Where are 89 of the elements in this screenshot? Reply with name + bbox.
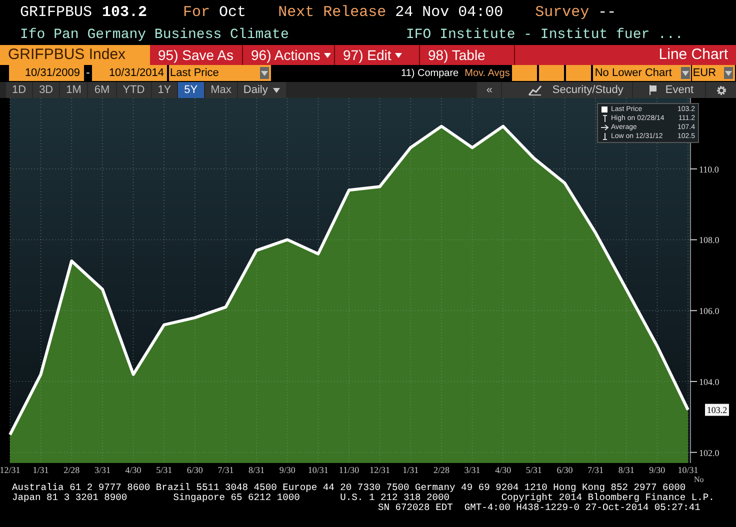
period-tab[interactable]: 1M [60,82,88,98]
toolbar-button[interactable]: 97) Edit [335,45,420,65]
last-value-tag: 103.2 [705,404,729,416]
x-axis-label: 4/30 [125,465,142,475]
x-axis-label: 11/30 [338,465,360,475]
x-axis-label: 6/30 [556,465,573,475]
x-axis-label: 1/31 [402,465,419,475]
next-release-value: 24 Nov 04:00 [395,2,504,23]
last-value: 103.2 [102,2,148,23]
low-marker-icon [601,133,609,140]
price-field-dropdown[interactable]: Last Price [169,65,271,81]
line-chart-icon [528,84,542,96]
arrow-icon [601,124,609,131]
high-marker-icon [601,115,609,122]
x-axis-label: 8/31 [248,465,265,475]
ticker-symbol: GRIFPBUS [20,2,92,23]
x-axis-label: 3/31 [94,465,110,475]
security-study-button[interactable]: Security/Study [502,82,632,98]
period-tab[interactable]: YTD [116,82,151,98]
security-field[interactable]: GRIFPBUS Index [0,45,150,65]
caret-icon [261,70,268,76]
currency-dropdown[interactable]: EUR [692,65,735,81]
end-date-field[interactable]: 10/31/2014 [92,65,167,81]
x-axis-label: 3/31 [464,465,480,475]
collapse-button[interactable]: « [477,82,502,98]
x-axis-label: 8/31 [618,465,634,475]
x-axis-label: 5/31 [156,465,172,475]
tick-mark [690,381,698,382]
x-axis-label: No [694,475,704,483]
x-axis-label: 4/30 [495,465,512,475]
flag-icon [649,85,658,95]
caret-icon [272,88,280,92]
next-release-label: Next Release [278,2,386,23]
toolbar-button[interactable]: 95) Save As [150,45,243,65]
y-axis-label: 106.0 [699,306,720,316]
start-date-field[interactable]: 10/31/2009 [9,65,84,81]
period-tab[interactable]: 1D [6,82,32,98]
tick-mark [690,452,698,453]
moving-average-field[interactable] [538,65,564,81]
x-axis-label: 9/30 [649,465,666,475]
caret-icon [724,70,732,76]
period-tab[interactable]: 1Y [152,82,178,98]
x-axis-label: 5/31 [526,465,542,475]
x-axis-label: 7/31 [218,465,234,475]
x-axis-label: 2/28 [64,465,80,475]
period-tab[interactable]: Max [204,82,238,98]
toolbar-button[interactable]: 96) Actions [243,45,335,65]
period-label: For [183,2,210,23]
y-axis-label: 102.0 [699,448,720,458]
y-axis-label: 108.0 [699,235,720,246]
footer-text: Australia 61 2 9777 8600 Brazil 5511 3048 4500 Europe 44 20 7330 7500 Germany 49 69 9204 1210 Hong Kong 852 2977 6000 [12,483,687,493]
x-axis-label: 12/31 [0,465,20,475]
tick-mark [690,310,698,312]
event-button[interactable]: Event [633,82,706,98]
frequency-dropdown[interactable]: Daily [238,82,286,98]
mov-avgs-label: Mov. Avgs [464,66,510,80]
x-axis-label: 7/31 [588,465,604,475]
toolbar-button[interactable]: 98) Table [420,45,515,65]
chart-type-label: Line Chart [515,45,736,65]
survey-label: Survey [535,2,590,23]
settings-icon [716,84,727,96]
moving-average-field[interactable] [512,65,537,81]
tick-mark [690,168,698,170]
x-axis-label: 10/31 [678,465,698,475]
x-axis-label: 6/30 [186,465,203,475]
checkbox-icon [601,106,609,113]
compare-button[interactable]: 11) Compare [401,65,459,81]
x-axis-label: 10/31 [308,465,328,475]
period-tab[interactable]: 3D [33,82,60,98]
date-separator: - [85,66,91,81]
settings-button[interactable] [706,82,736,98]
x-axis-label: 1/31 [32,465,49,475]
tick-mark [690,239,698,240]
x-axis-label: 9/30 [279,465,296,475]
survey-value: -- [598,2,616,23]
lower-chart-dropdown[interactable]: No Lower Chart [592,65,691,81]
x-axis-label: 2/28 [433,465,450,475]
period-value: Oct [219,2,246,23]
moving-average-field[interactable] [566,65,591,81]
y-axis-label: 104.0 [699,377,720,387]
y-axis-label: 110.0 [699,164,719,174]
period-tab[interactable]: 5Y [178,82,204,98]
footer-text: SN 672028 EDT GMT-4:00 H438-1229-0 27-Oct-2014 05:27:41 [377,503,702,513]
index-name: Ifo Pan Germany Business Climate [20,26,290,45]
x-axis-label: 12/31 [370,465,390,475]
caret-icon [682,70,689,76]
index-source: IFO Institute - Institut fuer ... [406,26,684,45]
footer-text: Japan 81 3 3201 8900 Singapore 65 6212 1000 U.S. 1 212 318 2000 Copyright 2014 Bloomberg Finance L.P. [12,493,716,503]
period-tab[interactable]: 6M [88,82,116,98]
